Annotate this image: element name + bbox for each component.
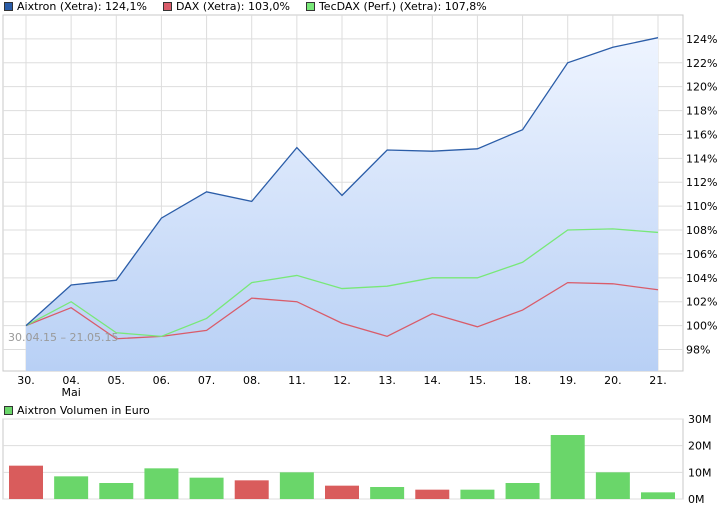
x-tick-label: 30. xyxy=(17,374,35,387)
y-tick-label: 120% xyxy=(686,81,717,94)
volume-bar xyxy=(279,472,314,499)
x-tick-label: 12. xyxy=(333,374,351,387)
volume-bar xyxy=(550,435,585,499)
date-range-label: 30.04.15 – 21.05.15 xyxy=(8,331,118,344)
volume-bar xyxy=(144,468,179,499)
volume-bar xyxy=(415,489,450,499)
y-tick-label: 106% xyxy=(686,248,717,261)
x-tick-label: 11. xyxy=(288,374,306,387)
volume-bar xyxy=(234,480,269,499)
y-tick-label: 102% xyxy=(686,296,717,309)
volume-bar xyxy=(99,483,134,499)
volume-bar xyxy=(370,487,405,499)
volume-bar xyxy=(505,483,540,499)
volume-tick-label: 10M xyxy=(688,466,712,479)
volume-tick-label: 30M xyxy=(688,413,712,426)
x-tick-label: 14. xyxy=(424,374,442,387)
volume-bar xyxy=(460,489,495,499)
y-tick-label: 112% xyxy=(686,176,717,189)
y-tick-label: 122% xyxy=(686,57,717,70)
volume-tick-label: 0M xyxy=(688,493,705,506)
y-tick-label: 108% xyxy=(686,224,717,237)
y-tick-label: 110% xyxy=(686,200,717,213)
price-chart: 98% 100% 102% 104% 106% 108% 110% 112% 114% 116% 1… xyxy=(2,14,717,506)
x-tick-label: 07. xyxy=(198,374,216,387)
y-tick-label: 124% xyxy=(686,33,717,46)
y-tick-label: 100% xyxy=(686,320,717,333)
volume-bar xyxy=(595,472,630,499)
volume-bar xyxy=(189,477,224,499)
y-tick-label: 116% xyxy=(686,128,717,141)
x-tick-sublabel: Mai xyxy=(61,386,80,399)
x-tick-label: 19. xyxy=(559,374,577,387)
x-tick-label: 08. xyxy=(243,374,261,387)
y-tick-label: 104% xyxy=(686,272,717,285)
chart-root: Aixtron (Xetra): 124,1% DAX (Xetra): 103… xyxy=(0,0,726,508)
x-tick-label: 15. xyxy=(469,374,487,387)
volume-bar xyxy=(54,476,89,499)
x-tick-label: 13. xyxy=(378,374,396,387)
x-tick-label: 20. xyxy=(604,374,622,387)
volume-bar xyxy=(325,485,359,499)
y-tick-label: 98% xyxy=(686,343,710,356)
x-tick-label: 06. xyxy=(153,374,171,387)
y-tick-label: 118% xyxy=(686,105,717,118)
volume-tick-label: 20M xyxy=(688,440,712,453)
x-tick-label: 21. xyxy=(649,374,667,387)
volume-bar xyxy=(641,492,675,499)
x-tick-label: 18. xyxy=(514,374,532,387)
volume-bar xyxy=(9,465,43,499)
x-tick-label: 05. xyxy=(108,374,126,387)
y-tick-label: 114% xyxy=(686,152,717,165)
